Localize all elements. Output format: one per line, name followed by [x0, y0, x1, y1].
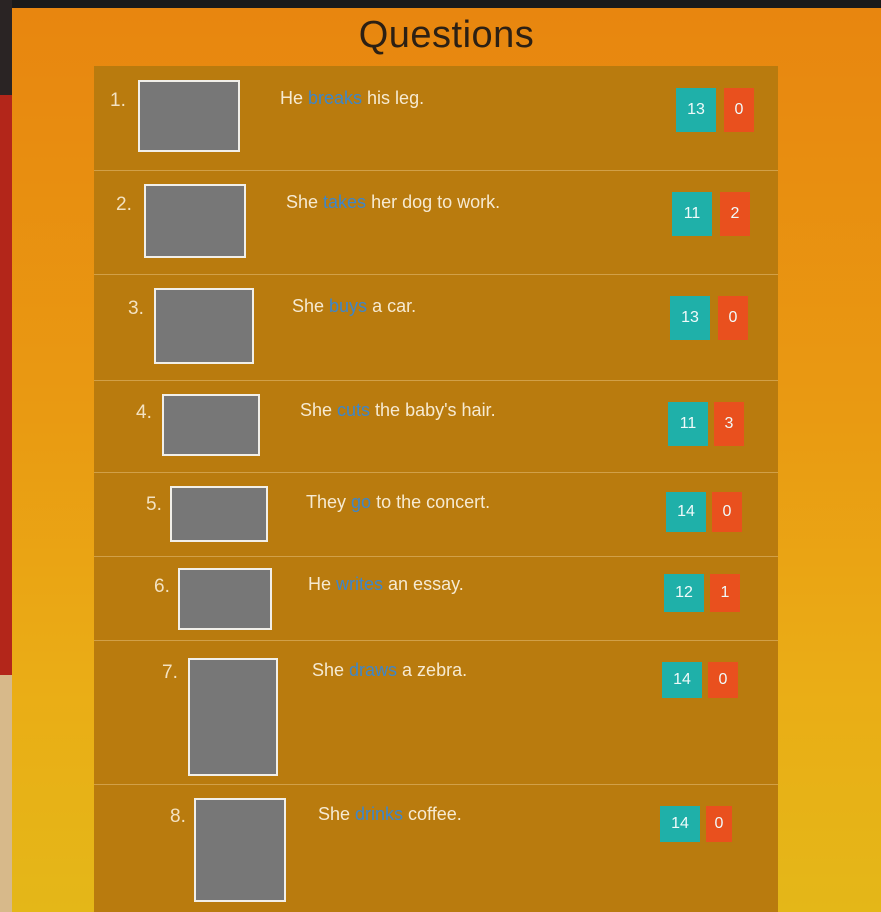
question-number: 5. [146, 494, 162, 515]
wrong-count-badge[interactable]: 0 [718, 296, 748, 340]
question-number: 3. [128, 298, 144, 319]
question-sentence: She drinks coffee. [318, 804, 462, 824]
background-window-edge [0, 95, 12, 675]
page-title: Questions [358, 14, 535, 56]
correct-count-badge[interactable]: 13 [670, 296, 710, 340]
question-number: 1. [110, 90, 126, 111]
baby-haircut-photo-thumbnail[interactable] [162, 394, 260, 456]
question-row-7: 7. She draws a zebra. 14 0 [94, 640, 778, 785]
correct-count-badge[interactable]: 11 [668, 402, 708, 446]
dog-at-work-photo-thumbnail[interactable] [144, 184, 246, 258]
question-row-1: 1. He breaks his leg. 13 0 [94, 66, 778, 171]
correct-count-badge[interactable]: 14 [662, 662, 702, 698]
question-sentence: She cuts the baby's hair. [300, 400, 496, 420]
correct-count-badge[interactable]: 12 [664, 574, 704, 612]
verb-highlight: cuts [337, 400, 371, 420]
monitor-bezel [0, 0, 12, 912]
wrong-count-badge[interactable]: 3 [714, 402, 744, 446]
question-row-8: 8. She drinks coffee. 14 0 [94, 784, 778, 912]
verb-highlight: takes [323, 192, 367, 212]
question-row-2: 2. She takes her dog to work. 11 2 [94, 170, 778, 275]
verb-highlight: writes [336, 574, 384, 594]
hospital-photo-thumbnail[interactable] [138, 80, 240, 152]
question-row-3: 3. She buys a car. 13 0 [94, 274, 778, 381]
verb-highlight: buys [329, 296, 368, 316]
correct-count-badge[interactable]: 11 [672, 192, 712, 236]
question-sentence: He writes an essay. [308, 574, 464, 594]
questions-panel: 1. He breaks his leg. 13 0 2. She takes … [94, 66, 778, 912]
wrong-count-badge[interactable]: 0 [706, 806, 732, 842]
wrong-count-badge[interactable]: 0 [712, 492, 742, 532]
verb-highlight: go [351, 492, 372, 512]
question-row-4: 4. She cuts the baby's hair. 11 3 [94, 380, 778, 473]
screen: Questions 1. He breaks his leg. 13 0 2. … [12, 8, 881, 912]
question-number: 6. [154, 576, 170, 597]
verb-highlight: drinks [355, 804, 404, 824]
correct-count-badge[interactable]: 13 [676, 88, 716, 132]
wrong-count-badge[interactable]: 1 [710, 574, 740, 612]
question-sentence: They go to the concert. [306, 492, 491, 512]
correct-count-badge[interactable]: 14 [660, 806, 700, 842]
zebra-drawing-photo-thumbnail[interactable] [188, 658, 278, 776]
verb-highlight: draws [349, 660, 398, 680]
question-sentence: He breaks his leg. [280, 88, 425, 108]
question-row-6: 6. He writes an essay. 12 1 [94, 556, 778, 641]
concert-crowd-photo-thumbnail[interactable] [170, 486, 268, 542]
question-sentence: She takes her dog to work. [286, 192, 501, 212]
question-sentence: She buys a car. [292, 296, 417, 316]
desk-edge [0, 675, 12, 912]
boy-writing-photo-thumbnail[interactable] [178, 568, 272, 630]
verb-highlight: breaks [308, 88, 363, 108]
woman-coffee-photo-thumbnail[interactable] [194, 798, 286, 902]
wrong-count-badge[interactable]: 2 [720, 192, 750, 236]
wrong-count-badge[interactable]: 0 [724, 88, 754, 132]
question-sentence: She draws a zebra. [312, 660, 468, 680]
question-row-5: 5. They go to the concert. 14 0 [94, 472, 778, 557]
car-purchase-photo-thumbnail[interactable] [154, 288, 254, 364]
question-number: 7. [162, 662, 178, 683]
question-number: 8. [170, 806, 186, 827]
correct-count-badge[interactable]: 14 [666, 492, 706, 532]
question-number: 2. [116, 194, 132, 215]
question-number: 4. [136, 402, 152, 423]
wrong-count-badge[interactable]: 0 [708, 662, 738, 698]
